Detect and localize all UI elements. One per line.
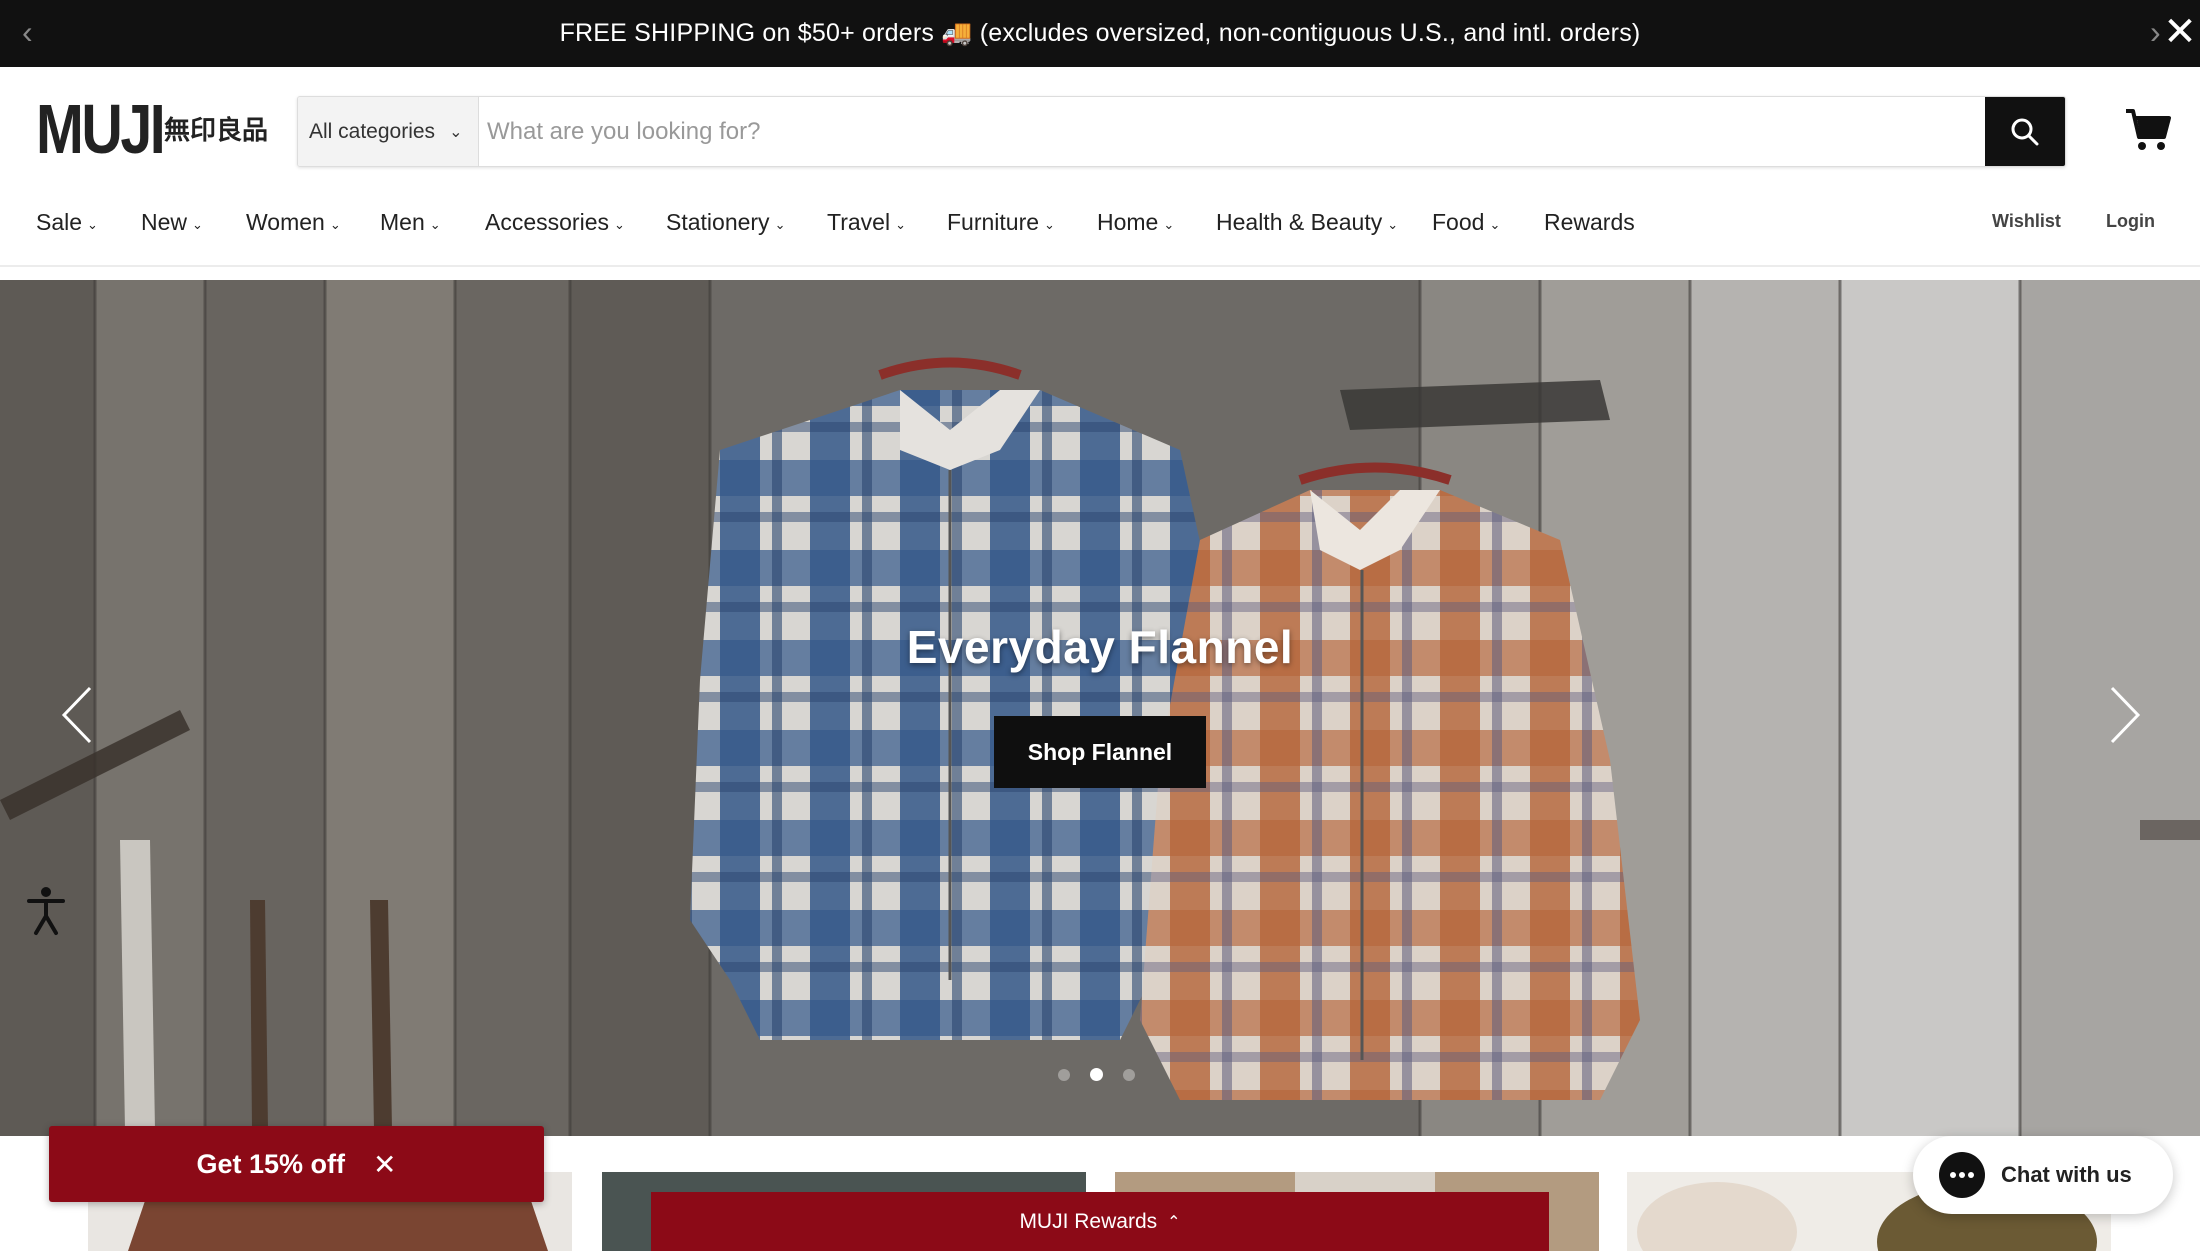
nav-item-men[interactable]: Men ⌄	[380, 209, 441, 236]
carousel-dot[interactable]	[1123, 1068, 1135, 1081]
nav-label: Furniture	[947, 209, 1040, 235]
chevron-down-icon: ⌄	[1489, 216, 1501, 232]
hero-title: Everyday Flannel	[906, 621, 1294, 673]
nav-label: Food	[1432, 209, 1485, 235]
nav-label: Accessories	[485, 209, 609, 235]
nav-label: Travel	[827, 209, 891, 235]
hero-image	[0, 280, 2200, 1136]
nav-item-sale[interactable]: Sale ⌄	[36, 209, 98, 236]
search-button[interactable]	[1985, 97, 2065, 166]
logo-wordmark: MUJI	[36, 90, 166, 168]
nav-item-home[interactable]: Home ⌄	[1097, 209, 1174, 236]
chevron-left-icon[interactable]	[52, 680, 102, 750]
chevron-down-icon: ⌄	[895, 216, 906, 232]
carousel-dot[interactable]	[1058, 1068, 1070, 1081]
search-bar: All categories ⌄	[297, 96, 2066, 167]
nav-item-health-beauty[interactable]: Health & Beauty ⌄	[1216, 209, 1398, 236]
accessibility-icon[interactable]	[26, 886, 66, 936]
category-select-label: All categories	[309, 119, 436, 143]
nav-label: Health & Beauty	[1216, 209, 1383, 235]
chevron-right-icon[interactable]	[2100, 680, 2150, 750]
chevron-down-icon: ⌄	[87, 216, 98, 232]
hero-banner: Everyday Flannel Shop Flannel	[0, 280, 2200, 1136]
logo-kanji: 無印良品	[164, 116, 269, 146]
close-icon[interactable]: ✕	[2160, 12, 2200, 52]
cart-icon[interactable]	[2124, 107, 2172, 153]
discount-promo[interactable]: Get 15% off ✕	[49, 1126, 544, 1202]
chevron-down-icon: ⌄	[429, 216, 441, 232]
chevron-down-icon: ⌄	[449, 123, 463, 141]
nav-item-women[interactable]: Women ⌄	[246, 209, 341, 236]
chat-bubble-icon	[1939, 1152, 1985, 1198]
carousel-dots	[1058, 1068, 1135, 1081]
main-nav: Sale ⌄ New ⌄ Women ⌄ Men ⌄ Accessories ⌄ Stat…	[0, 197, 2200, 257]
wishlist-link[interactable]: Wishlist	[1992, 211, 2061, 232]
nav-item-furniture[interactable]: Furniture ⌄	[947, 209, 1055, 236]
announcement-text: FREE SHIPPING on $50+ orders 🚚 (excludes…	[559, 19, 1641, 47]
close-icon[interactable]: ✕	[373, 1148, 396, 1181]
rewards-bar[interactable]: MUJI Rewards ⌃	[651, 1192, 1549, 1251]
chat-label: Chat with us	[2001, 1162, 2132, 1187]
chevron-down-icon: ⌄	[774, 216, 786, 232]
chevron-down-icon: ⌄	[329, 216, 341, 232]
promo-label: Get 15% off	[196, 1148, 346, 1179]
chat-widget[interactable]: Chat with us	[1913, 1136, 2173, 1214]
nav-item-stationery[interactable]: Stationery ⌄	[666, 209, 785, 236]
nav-label: Sale	[36, 209, 83, 235]
muji-logo[interactable]: MUJI 無印良品	[36, 90, 269, 168]
chevron-left-icon[interactable]: ‹	[22, 14, 33, 51]
chevron-down-icon: ⌄	[1044, 216, 1055, 232]
nav-label: Women	[246, 209, 325, 235]
nav-label: Stationery	[666, 209, 770, 235]
nav-label: Men	[380, 209, 425, 235]
nav-label: Home	[1097, 209, 1159, 235]
search-icon	[2011, 118, 2039, 145]
nav-item-travel[interactable]: Travel ⌄	[827, 209, 906, 236]
chevron-down-icon: ⌄	[1163, 216, 1175, 232]
nav-label: New	[141, 209, 188, 235]
site-header: MUJI 無印良品 All categories ⌄ Sale⌄ New⌄ Wo…	[0, 67, 2200, 267]
chevron-down-icon: ⌄	[613, 216, 625, 232]
category-select[interactable]: All categories ⌄	[298, 97, 479, 166]
shop-flannel-button[interactable]: Shop Flannel	[994, 716, 1206, 788]
chevron-down-icon: ⌄	[192, 216, 203, 232]
rewards-label: MUJI Rewards	[1019, 1209, 1158, 1233]
nav-item-accessories[interactable]: Accessories ⌄	[485, 209, 625, 236]
nav-item-food[interactable]: Food ⌄	[1432, 209, 1500, 236]
nav-item-rewards[interactable]: Rewards	[1544, 209, 1635, 236]
nav-label: Rewards	[1544, 209, 1635, 235]
announcement-bar: ‹ FREE SHIPPING on $50+ orders 🚚 (exclud…	[0, 0, 2200, 67]
nav-item-new[interactable]: New ⌄	[141, 209, 203, 236]
login-link[interactable]: Login	[2106, 211, 2155, 232]
search-input[interactable]	[479, 97, 1985, 166]
carousel-dot-active[interactable]	[1090, 1068, 1103, 1081]
chevron-down-icon: ⌄	[1387, 216, 1399, 232]
chevron-up-icon: ⌃	[1167, 1213, 1181, 1231]
